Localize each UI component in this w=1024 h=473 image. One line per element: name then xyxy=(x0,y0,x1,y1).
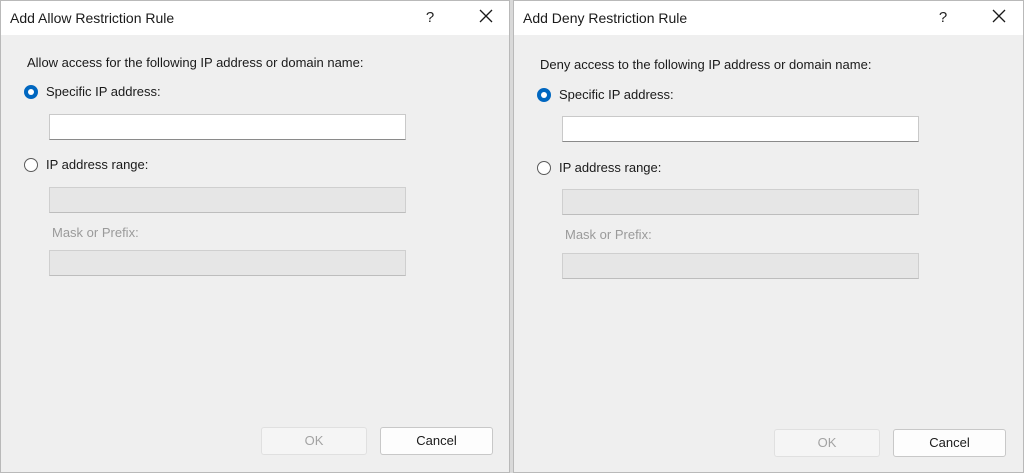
mask-prefix-input xyxy=(49,250,406,276)
ip-range-radio[interactable] xyxy=(24,158,38,172)
ip-range-radio[interactable] xyxy=(537,161,551,175)
prompt-text: Deny access to the following IP address … xyxy=(540,57,872,72)
allow-restriction-dialog: Add Allow Restriction Rule ? Allow acces… xyxy=(0,0,510,473)
specific-ip-radio[interactable] xyxy=(24,85,38,99)
ip-range-input xyxy=(562,189,919,215)
close-button[interactable] xyxy=(473,6,499,30)
specific-ip-input[interactable] xyxy=(562,116,919,142)
ip-range-label: IP address range: xyxy=(559,160,662,175)
specific-ip-input[interactable] xyxy=(49,114,406,140)
cancel-button[interactable]: Cancel xyxy=(380,427,493,455)
deny-restriction-dialog: Add Deny Restriction Rule ? Deny access … xyxy=(513,0,1024,473)
dialog-title: Add Deny Restriction Rule xyxy=(523,10,688,26)
prompt-text: Allow access for the following IP addres… xyxy=(27,55,364,70)
close-icon xyxy=(992,9,1006,23)
specific-ip-radio[interactable] xyxy=(537,88,551,102)
close-button[interactable] xyxy=(986,6,1012,30)
ip-range-input xyxy=(49,187,406,213)
help-button[interactable]: ? xyxy=(931,6,955,30)
title-bar: Add Deny Restriction Rule ? xyxy=(514,1,1023,35)
help-button[interactable]: ? xyxy=(418,6,442,30)
specific-ip-label: Specific IP address: xyxy=(46,84,161,99)
cancel-button[interactable]: Cancel xyxy=(893,429,1006,457)
ok-button: OK xyxy=(261,427,367,455)
specific-ip-label: Specific IP address: xyxy=(559,87,674,102)
close-icon xyxy=(479,9,493,23)
mask-prefix-label: Mask or Prefix: xyxy=(52,225,139,240)
title-bar: Add Allow Restriction Rule ? xyxy=(1,1,509,35)
ip-range-label: IP address range: xyxy=(46,157,149,172)
dialog-title: Add Allow Restriction Rule xyxy=(10,10,175,26)
mask-prefix-input xyxy=(562,253,919,279)
mask-prefix-label: Mask or Prefix: xyxy=(565,227,652,242)
ok-button: OK xyxy=(774,429,880,457)
